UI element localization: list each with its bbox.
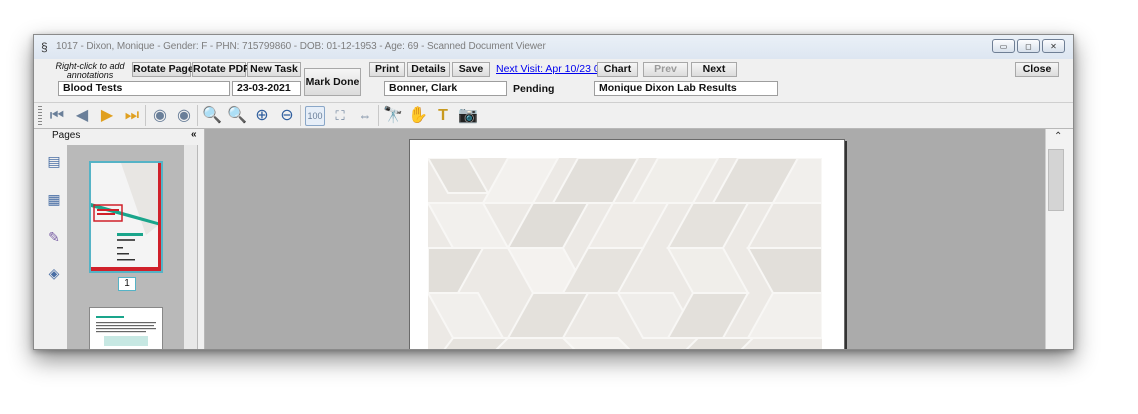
- toolbar-divider: [145, 105, 146, 126]
- toolbar-divider: [300, 105, 301, 126]
- toolbar-divider: [378, 105, 379, 126]
- mark-done-button[interactable]: Mark Done: [304, 68, 361, 96]
- annotation-hint: Right-click to add annotations: [55, 61, 125, 80]
- last-page-icon[interactable]: ⏭: [122, 106, 142, 126]
- save-button[interactable]: Save: [452, 62, 490, 77]
- fit-width-icon[interactable]: ⇔: [355, 106, 375, 126]
- pages-panel-title: Pages: [52, 130, 81, 141]
- thumbnail-list: 1 ⌃: [67, 145, 312, 349]
- details-button[interactable]: Details: [407, 62, 450, 77]
- viewer-toolbar: ⏮ ◀ ▶ ⏭ ◉ ◉ 🔍 🔍 ⊕ ⊖ 100 % ⛶ ⇔ 🔭 ✋ T 📷: [34, 102, 1073, 139]
- page-background-pattern: [428, 158, 822, 349]
- page-number-label: 1: [118, 277, 136, 291]
- close-button[interactable]: Close: [1015, 62, 1059, 77]
- page-thumbnail-2[interactable]: [89, 307, 163, 349]
- print-button[interactable]: Print: [369, 62, 405, 77]
- thumbnail-scrollbar[interactable]: ⌃: [184, 145, 312, 349]
- toolbar-divider: [197, 105, 198, 126]
- minimize-icon[interactable]: ▭: [992, 39, 1015, 53]
- close-icon[interactable]: ✕: [1042, 39, 1065, 53]
- new-task-button[interactable]: New Task: [247, 62, 301, 77]
- back-icon[interactable]: ◉: [150, 106, 170, 126]
- prev-page-icon[interactable]: ◀: [72, 106, 92, 126]
- actual-size-icon[interactable]: 100 %: [305, 106, 325, 139]
- find-icon[interactable]: 🔭: [383, 106, 403, 126]
- thumbnails-icon[interactable]: ▦: [44, 189, 64, 209]
- pages-panel-header: Pages «: [34, 129, 204, 143]
- document-viewer-window: § 1017 - Dixon, Monique - Gender: F - PH…: [33, 34, 1074, 350]
- title-bar: § 1017 - Dixon, Monique - Gender: F - PH…: [34, 35, 1073, 59]
- fit-page-icon[interactable]: ⛶: [330, 106, 350, 126]
- prev-button[interactable]: Prev: [643, 62, 688, 77]
- rotate-pdf-button[interactable]: Rotate PDF: [192, 62, 250, 77]
- document-date-field[interactable]: 23-03-2021: [232, 81, 301, 96]
- page-thumbnail-1[interactable]: [89, 161, 163, 273]
- zoom-out-icon[interactable]: 🔍: [227, 106, 247, 126]
- snapshot-icon[interactable]: 📷: [458, 106, 478, 126]
- next-visit-link[interactable]: Next Visit: Apr 10/23 0: [496, 63, 600, 75]
- scroll-up-icon[interactable]: ⌃: [1054, 131, 1062, 142]
- forward-icon[interactable]: ◉: [174, 106, 194, 126]
- hand-icon[interactable]: ✋: [408, 106, 428, 126]
- thumbnail-content: [90, 308, 162, 349]
- annotations-icon[interactable]: ✎: [44, 227, 64, 247]
- scrollbar-thumb[interactable]: [1048, 149, 1064, 211]
- viewer-scrollbar[interactable]: ⌃: [1045, 129, 1073, 349]
- rotate-page-button[interactable]: Rotate Page: [132, 62, 194, 77]
- first-page-icon[interactable]: ⏮: [47, 106, 67, 126]
- zoom-minus-icon[interactable]: ⊖: [277, 106, 297, 126]
- app-icon: §: [41, 40, 48, 54]
- next-page-icon[interactable]: ▶: [97, 106, 117, 126]
- document-canvas[interactable]: [205, 129, 1045, 349]
- collapse-panel-icon[interactable]: «: [191, 129, 197, 140]
- provider-field[interactable]: Bonner, Clark: [384, 81, 507, 96]
- document-type-field[interactable]: Blood Tests: [58, 81, 230, 96]
- chart-button[interactable]: Chart: [597, 62, 638, 77]
- zoom-plus-icon[interactable]: ⊕: [252, 106, 272, 126]
- next-button[interactable]: Next: [691, 62, 737, 77]
- status-label: Pending: [513, 83, 555, 95]
- description-field[interactable]: Monique Dixon Lab Results: [594, 81, 778, 96]
- zoom-in-icon[interactable]: 🔍: [202, 106, 222, 126]
- layers-icon[interactable]: ◈: [44, 263, 64, 283]
- thumbnail-content: [91, 163, 161, 271]
- restore-icon[interactable]: ◻: [1017, 39, 1040, 53]
- pages-panel: Pages « ▤ ▦ ✎ ◈ 1: [34, 129, 312, 349]
- text-select-icon[interactable]: T: [433, 106, 453, 126]
- toolbar-grip[interactable]: [38, 106, 42, 125]
- pages-tab-icon[interactable]: ▤: [44, 151, 64, 171]
- window-title: 1017 - Dixon, Monique - Gender: F - PHN:…: [56, 41, 546, 52]
- document-page[interactable]: [409, 139, 845, 349]
